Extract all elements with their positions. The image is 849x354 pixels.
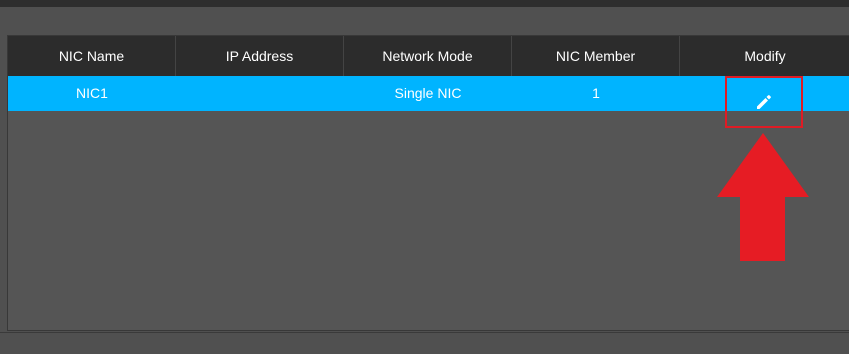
cell-modify [680,76,849,128]
cell-network-mode: Single NIC [394,85,462,101]
modify-button[interactable] [725,76,803,128]
table-header: NIC Name IP Address Network Mode NIC Mem… [8,36,849,76]
header-nic-name: NIC Name [8,36,176,76]
table-row[interactable]: NIC1 Single NIC 1 [8,76,849,128]
header-modify: Modify [744,48,786,64]
cell-nic-member: 1 [592,85,600,101]
header-ip-address: IP Address [176,36,344,76]
cell-nic-name: NIC1 [76,85,108,101]
pencil-edit-icon [757,95,771,109]
footer-strip [0,332,849,354]
top-bar [0,0,849,7]
header-nic-member: NIC Member [512,36,680,76]
cell-ip-address [176,76,344,111]
red-arrow-up-icon [717,133,809,261]
header-network-mode: Network Mode [344,36,512,76]
